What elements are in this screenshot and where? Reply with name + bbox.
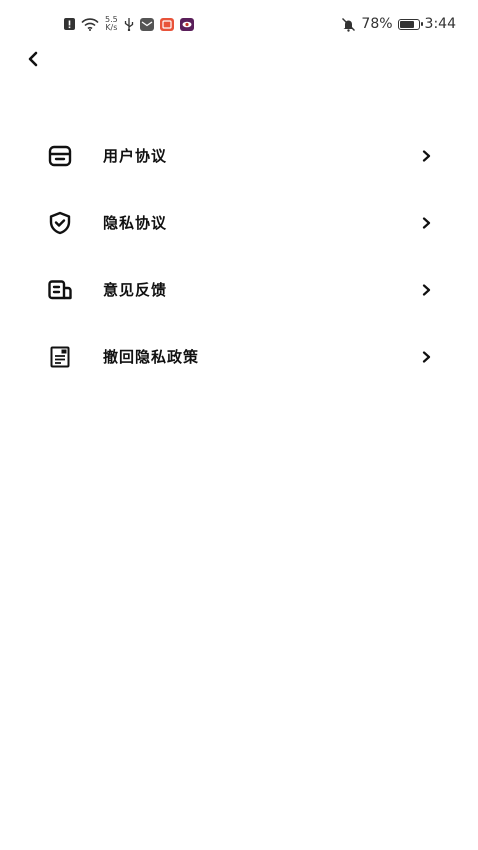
bell-muted-icon: [341, 17, 356, 32]
chevron-right-icon: [418, 348, 436, 366]
network-speed: 5.5 K/s: [105, 16, 118, 32]
clock: 3:44: [424, 16, 456, 32]
chevron-right-icon: [418, 281, 436, 299]
chevron-left-icon: [28, 51, 38, 67]
inbox-icon: [46, 142, 74, 170]
menu-item-feedback[interactable]: 意见反馈: [0, 256, 478, 323]
menu-item-label: 撤回隐私政策: [103, 348, 200, 366]
photo-app-icon: [159, 17, 174, 31]
feedback-icon: [46, 276, 74, 304]
menu-item-privacy-agreement[interactable]: 隐私协议: [0, 189, 478, 256]
menu-item-user-agreement[interactable]: 用户协议: [0, 122, 478, 189]
chevron-right-icon: [418, 147, 436, 165]
wifi-icon: [81, 17, 99, 31]
battery-fill: [399, 20, 414, 28]
usb-icon: [124, 17, 134, 31]
menu-item-label: 用户协议: [103, 147, 168, 165]
status-left: 5.5 K/s: [64, 14, 194, 34]
menu-item-label: 意见反馈: [103, 281, 168, 299]
alert-icon: [64, 18, 75, 30]
status-right: 78% 3:44: [341, 14, 456, 34]
network-speed-unit: K/s: [105, 23, 118, 32]
chevron-right-icon: [418, 214, 436, 232]
back-button[interactable]: [18, 44, 48, 74]
battery-percent: 78%: [361, 16, 393, 32]
battery-icon: [397, 18, 423, 30]
document-icon: [46, 343, 74, 371]
settings-menu: 用户协议 隐私协议 意见反馈 撤回隐私政策: [0, 122, 478, 390]
menu-item-label: 隐私协议: [103, 214, 168, 232]
menu-item-revoke-privacy-policy[interactable]: 撤回隐私政策: [0, 323, 478, 390]
shield-check-icon: [46, 209, 74, 237]
mail-app-icon: [139, 17, 154, 31]
status-bar: 5.5 K/s 78% 3:44: [0, 0, 478, 46]
eye-app-icon: [179, 17, 194, 31]
